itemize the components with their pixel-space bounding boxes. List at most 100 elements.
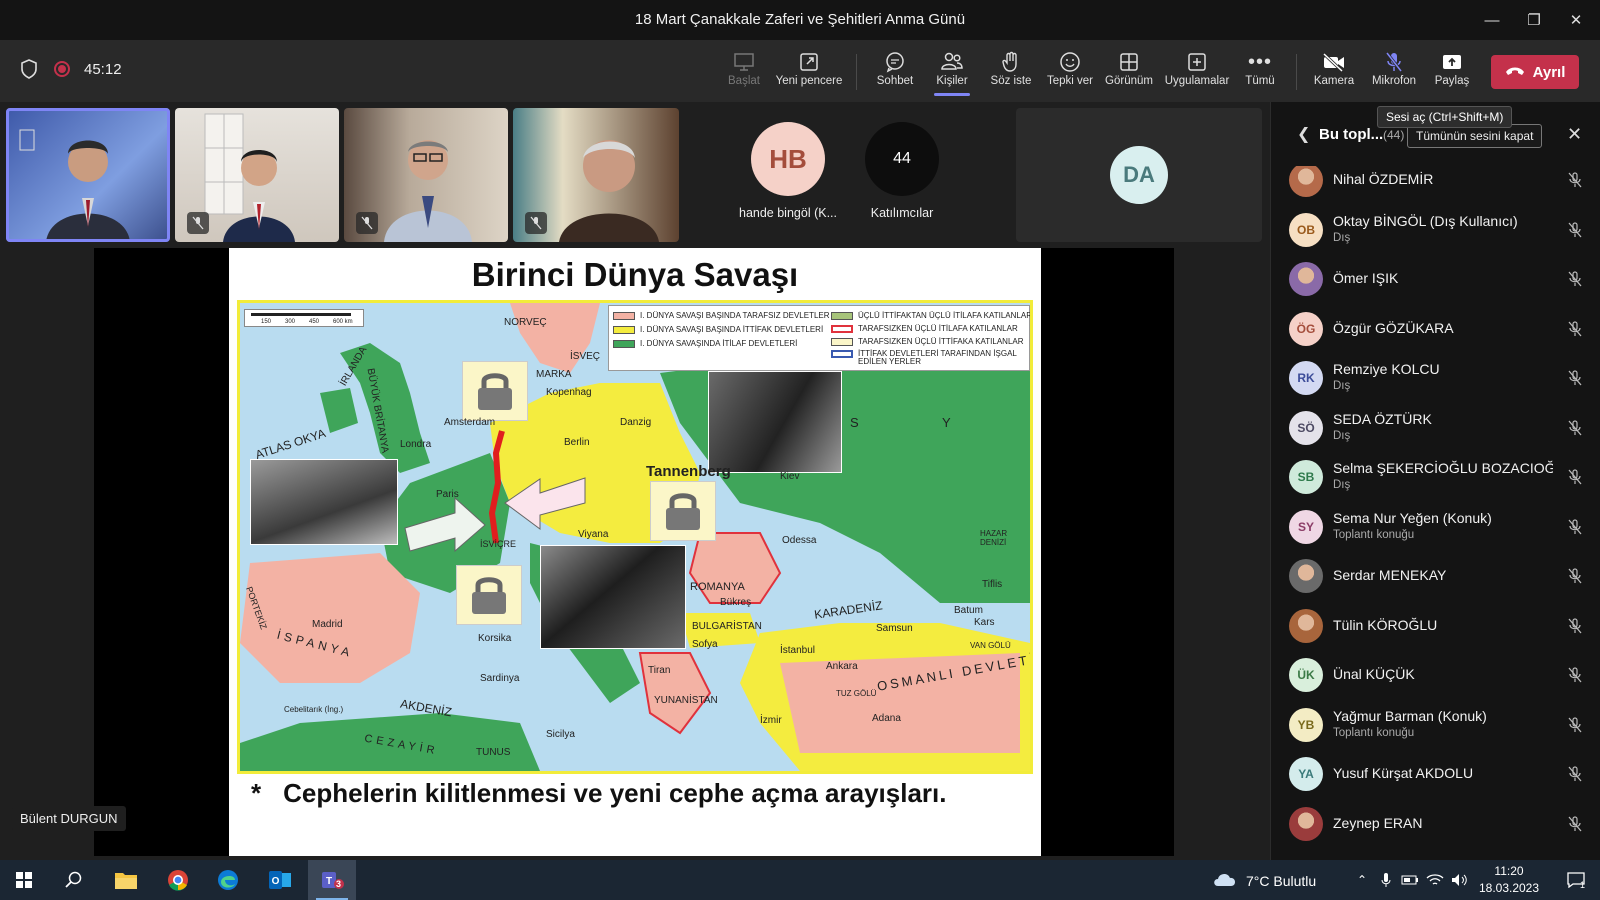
mic-off-icon[interactable] [1565, 467, 1585, 487]
participant-row[interactable]: Serdar MENEKAY [1271, 552, 1600, 600]
mic-off-icon[interactable] [1565, 418, 1585, 438]
mic-off-icon[interactable] [1565, 170, 1585, 190]
participant-row[interactable]: Tülin KÖROĞLU [1271, 602, 1600, 650]
weather-widget[interactable]: 7°C Bulutlu [1212, 871, 1316, 890]
map-label: S Y A [850, 415, 1030, 430]
view-button[interactable]: Görünüm [1102, 49, 1156, 99]
windows-start-icon[interactable] [0, 860, 48, 900]
chrome-icon[interactable] [154, 860, 202, 900]
camera-button[interactable]: Kamera [1310, 49, 1358, 99]
map-label: İstanbul [780, 645, 816, 656]
edge-icon[interactable] [204, 860, 252, 900]
file-explorer-icon[interactable] [102, 860, 150, 900]
mic-off-icon[interactable] [1565, 517, 1585, 537]
people-button[interactable]: Kişiler [928, 49, 976, 99]
participants-overflow-tile[interactable]: 44 Katılımcılar [852, 122, 952, 220]
participant-row[interactable]: Nihal ÖZDEMİR [1271, 166, 1600, 204]
map-label: Bükreş [720, 597, 752, 608]
taskbar-clock[interactable]: 11:20 18.03.2023 [1474, 863, 1544, 897]
close-window-button[interactable]: ✕ [1556, 6, 1596, 34]
video-tile[interactable] [6, 108, 170, 242]
participant-row[interactable]: RK Remziye KOLCU Dış [1271, 354, 1600, 402]
map-label: Ankara [826, 661, 858, 672]
map-label: Viyana [578, 529, 609, 540]
trench-photo [708, 371, 842, 473]
video-tile[interactable] [344, 108, 508, 242]
map-label: YUNANİSTAN [654, 695, 718, 706]
camera-label: Kamera [1313, 75, 1355, 87]
padlock-icon [462, 361, 528, 421]
participant-name: Serdar MENEKAY [1333, 567, 1447, 583]
outlook-icon[interactable]: O [256, 860, 304, 900]
participant-list: Nihal ÖZDEMİR OB Oktay BİNGÖL (Dış Kullanı… [1271, 166, 1600, 860]
mic-off-icon[interactable] [1565, 814, 1585, 834]
start-label: Başlat [728, 75, 760, 87]
react-button[interactable]: Tepki ver [1044, 49, 1096, 99]
minimize-button[interactable]: — [1472, 6, 1512, 34]
participant-row[interactable]: OB Oktay BİNGÖL (Dış Kullanıcı) Dış [1271, 206, 1600, 254]
maximize-button[interactable]: ❐ [1514, 6, 1554, 34]
mic-off-icon[interactable] [1565, 715, 1585, 735]
clock-time: 11:20 [1494, 864, 1524, 878]
leave-button[interactable]: Ayrıl [1491, 55, 1579, 89]
participant-row[interactable]: YA Yusuf Kürşat AKDOLU [1271, 750, 1600, 798]
battery-icon[interactable] [1400, 860, 1420, 900]
map-label: Madrid [312, 619, 343, 630]
wifi-icon[interactable] [1424, 860, 1446, 900]
participant-row[interactable]: SY Sema Nur Yeğen (Konuk) Toplantı konuğu [1271, 503, 1600, 551]
map-label: İzmir [760, 715, 782, 726]
mic-off-icon[interactable] [1565, 764, 1585, 784]
participant-row[interactable]: SB Selma ŞEKERCİOĞLU BOZACIOĞ... Dış [1271, 453, 1600, 501]
avatar [1289, 806, 1323, 841]
mic-off-icon[interactable] [1565, 616, 1585, 636]
participant-row[interactable]: ÜK Ünal KÜÇÜK [1271, 651, 1600, 699]
mic-off-icon[interactable] [1565, 319, 1585, 339]
map-label: Londra [400, 439, 432, 450]
share-button[interactable]: Paylaş [1428, 49, 1476, 99]
participant-row[interactable]: ÖG Özgür GÖZÜKARA [1271, 305, 1600, 353]
map-label-tannenberg: Tannenberg [646, 463, 731, 480]
close-icon[interactable]: ✕ [1567, 124, 1582, 145]
clock-date: 18.03.2023 [1478, 881, 1540, 895]
mic-off-icon[interactable] [1565, 566, 1585, 586]
share-label: Paylaş [1434, 75, 1470, 87]
mic-button[interactable]: Mikrofon [1368, 49, 1420, 99]
windows-taskbar: O T 3 7°C Bulutlu ⌃ 11:20 18.03.2023 1 [0, 860, 1600, 900]
volume-icon[interactable] [1448, 860, 1470, 900]
participant-row[interactable]: SÖ SEDA ÖZTÜRK Dış [1271, 404, 1600, 452]
teams-icon[interactable]: T 3 [308, 860, 356, 900]
participant-row[interactable]: YB Yağmur Barman (Konuk) Toplantı konuğu [1271, 701, 1600, 749]
video-tile[interactable] [513, 108, 679, 242]
europe-map: 150 300 450 600 km I. DÜNYA SAVAŞI BAŞIN… [237, 300, 1033, 774]
participant-row[interactable]: Zeynep ERAN [1271, 800, 1600, 848]
search-icon[interactable] [50, 860, 98, 900]
presenter-name: Bülent DURGUN [12, 806, 126, 831]
mic-off-icon[interactable] [1565, 269, 1585, 289]
raise-hand-button[interactable]: Söz iste [986, 49, 1036, 99]
legend-item: I. DÜNYA SAVAŞI BAŞINDA TARAFSIZ DEVLETL… [613, 311, 830, 320]
present-icon [733, 49, 755, 75]
notifications-icon[interactable]: 1 [1556, 860, 1596, 900]
participant-tile-da[interactable]: DA [1016, 108, 1262, 242]
chevron-left-icon[interactable]: ❮ [1297, 124, 1310, 144]
more-button[interactable]: ••• Tümü [1238, 49, 1282, 99]
mic-off-icon[interactable] [1565, 220, 1585, 240]
screen-share: Birinci Dünya Savaşı 150 300 450 600 km … [94, 248, 1174, 856]
start-button[interactable]: Başlat [722, 49, 766, 99]
shield-icon[interactable] [18, 58, 40, 80]
participant-row[interactable]: Ömer IŞIK [1271, 255, 1600, 303]
participant-tile-hb[interactable]: HB hande bingöl (K... [738, 122, 838, 220]
mic-off-icon[interactable] [1565, 368, 1585, 388]
people-icon [940, 49, 964, 75]
chat-button[interactable]: Sohbet [870, 49, 920, 99]
presentation-slide: Birinci Dünya Savaşı 150 300 450 600 km … [229, 248, 1041, 856]
slide-title: Birinci Dünya Savaşı [471, 256, 799, 293]
chevron-up-icon[interactable]: ⌃ [1352, 860, 1372, 900]
participant-name: Oktay BİNGÖL (Dış Kullanıcı) [1333, 212, 1518, 229]
microphone-icon[interactable] [1376, 860, 1396, 900]
chat-icon [884, 49, 906, 75]
video-tile[interactable] [175, 108, 339, 242]
new-window-button[interactable]: Yeni pencere [772, 49, 846, 99]
mic-off-icon[interactable] [1565, 665, 1585, 685]
apps-button[interactable]: Uygulamalar [1160, 49, 1234, 99]
